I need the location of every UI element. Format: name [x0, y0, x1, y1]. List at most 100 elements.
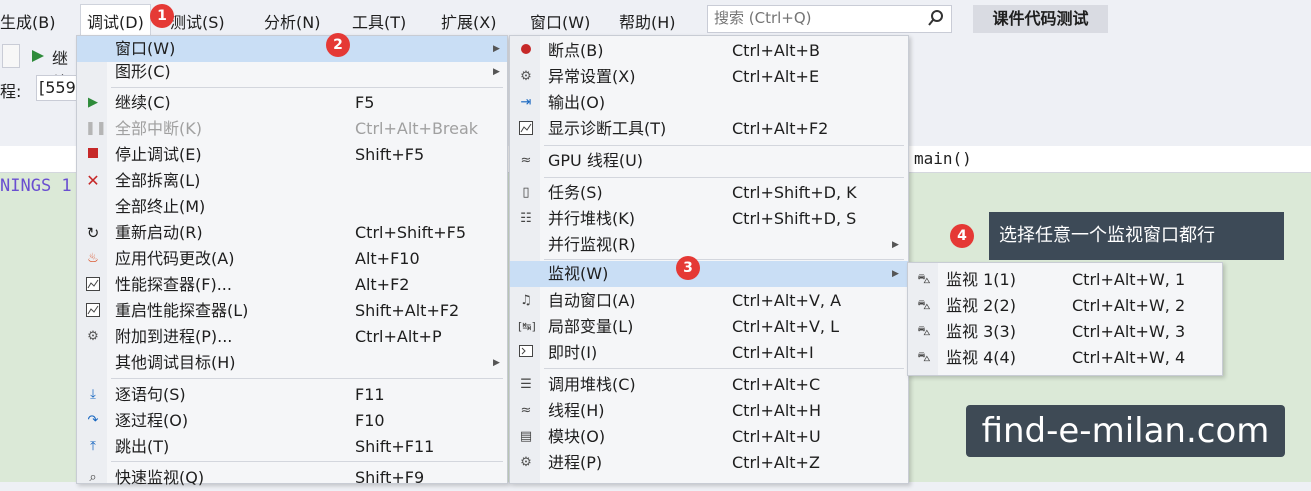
menu-item-restart[interactable]: ↻ 重新启动(R) Ctrl+Shift+F5 [77, 220, 507, 246]
menu-item-break-all[interactable]: ❚❚ 全部中断(K) Ctrl+Alt+Break [77, 116, 507, 142]
menu-item-quick-watch[interactable]: ⌕ 快速监视(Q) Shift+F9 [77, 465, 507, 491]
menu-item-label: 即时(I) [548, 343, 598, 362]
menu-analyze[interactable]: 分析(N) [264, 9, 320, 33]
menu-item-shortcut: Ctrl+Shift+D, K [732, 183, 857, 202]
menu-build[interactable]: 生成(B) [0, 9, 55, 33]
menu-item-gpu-threads[interactable]: ≈ GPU 线程(U) [510, 148, 908, 174]
menu-item-shortcut: Shift+Alt+F2 [355, 301, 460, 320]
menu-item-graphics[interactable]: 图形(C) ▶ [77, 59, 507, 85]
menu-item-parallel-stacks[interactable]: ☷ 并行堆栈(K) Ctrl+Shift+D, S [510, 206, 908, 232]
menu-item-label: 跳出(T) [115, 437, 170, 456]
menu-item-apply-code-changes[interactable]: ♨ 应用代码更改(A) Alt+F10 [77, 246, 507, 272]
menu-item-output[interactable]: ⇥ 输出(O) [510, 90, 908, 116]
window-submenu: 断点(B) Ctrl+Alt+B ⚙ 异常设置(X) Ctrl+Alt+E ⇥ … [509, 35, 909, 484]
submenu-arrow-icon: ▶ [493, 358, 500, 368]
menu-item-tasks[interactable]: ▯ 任务(S) Ctrl+Shift+D, K [510, 180, 908, 206]
menu-item-shortcut: Alt+F2 [355, 275, 410, 294]
menu-item-watch-3[interactable]: ⛍ 监视 3(3) Ctrl+Alt+W, 3 [908, 319, 1222, 345]
menu-item-watch-1[interactable]: ⛍ 监视 1(1) Ctrl+Alt+W, 1 [908, 267, 1222, 293]
menu-item-step-over[interactable]: ↷ 逐过程(O) F10 [77, 408, 507, 434]
menu-item-watch-4[interactable]: ⛍ 监视 4(4) Ctrl+Alt+W, 4 [908, 345, 1222, 371]
menu-item-attach-to-process[interactable]: ⚙ 附加到进程(P)... Ctrl+Alt+P [77, 324, 507, 350]
menu-item-processes[interactable]: ⚙ 进程(P) Ctrl+Alt+Z [510, 450, 908, 476]
step-out-icon: ⤒ [90, 439, 96, 454]
menu-window[interactable]: 窗口(W) [530, 9, 590, 33]
menu-item-shortcut: Ctrl+Alt+Z [732, 453, 820, 472]
search-input[interactable] [708, 6, 920, 30]
menu-item-diagnostic-tools[interactable]: 显示诊断工具(T) Ctrl+Alt+F2 [510, 116, 908, 142]
search-box[interactable] [707, 5, 952, 33]
menu-item-label: 逐过程(O) [115, 411, 189, 430]
menu-item-stop-debugging[interactable]: 停止调试(E) Shift+F5 [77, 142, 507, 168]
process-select[interactable]: [559 [36, 75, 80, 101]
step-over-icon: ↷ [87, 413, 99, 428]
menu-item-locals[interactable]: [↹] 局部变量(L) Ctrl+Alt+V, L [510, 314, 908, 340]
menu-item-shortcut: Ctrl+Alt+H [732, 401, 821, 420]
toolbar: 继续 程: [559 [0, 38, 80, 146]
menu-debug[interactable]: 调试(D) [80, 4, 151, 38]
search-icon[interactable] [927, 9, 945, 27]
gpu-thread-icon: ≈ [520, 153, 532, 168]
quick-watch-icon: ⌕ [89, 470, 97, 485]
watermark: find-e-milan.com [966, 405, 1285, 457]
menu-item-label: 监视 3(3) [946, 322, 1016, 341]
menu-item-step-into[interactable]: ⤓ 逐语句(S) F11 [77, 382, 507, 408]
menu-item-label: 继续(C) [115, 93, 171, 112]
menu-item-label: 并行监视(R) [548, 235, 636, 254]
menu-item-shortcut: Ctrl+Alt+E [732, 67, 820, 86]
menu-item-immediate[interactable]: 即时(I) Ctrl+Alt+I [510, 340, 908, 366]
menu-item-shortcut: Shift+F11 [355, 437, 435, 456]
function-name[interactable]: main() [914, 149, 972, 168]
toolbar-dropdown[interactable] [2, 44, 20, 68]
menu-item-label: 应用代码更改(A) [115, 249, 235, 268]
menu-item-threads[interactable]: ≈ 线程(H) Ctrl+Alt+H [510, 398, 908, 424]
menu-item-shortcut: Ctrl+Alt+F2 [732, 119, 829, 138]
menu-item-label: 显示诊断工具(T) [548, 119, 667, 138]
step-badge-1: 1 [150, 4, 174, 28]
menu-item-terminate-all[interactable]: 全部终止(M) [77, 194, 507, 220]
menu-item-watch-2[interactable]: ⛍ 监视 2(2) Ctrl+Alt+W, 2 [908, 293, 1222, 319]
menu-item-label: 图形(C) [115, 62, 171, 81]
parallel-stack-icon: ☷ [520, 211, 532, 226]
step-into-icon: ⤓ [90, 387, 96, 402]
menu-item-label: 断点(B) [548, 41, 604, 60]
menu-item-label: 任务(S) [548, 183, 603, 202]
menu-item-profiler[interactable]: 性能探查器(F)... Alt+F2 [77, 272, 507, 298]
menu-item-shortcut: Ctrl+Alt+I [732, 343, 814, 362]
menu-item-modules[interactable]: ▤ 模块(O) Ctrl+Alt+U [510, 424, 908, 450]
menu-item-detach-all[interactable]: ✕ 全部拆离(L) [77, 168, 507, 194]
immediate-icon [518, 345, 534, 361]
menu-item-continue[interactable]: ▶ 继续(C) F5 [77, 90, 507, 116]
menu-item-shortcut: F10 [355, 411, 385, 430]
menu-test[interactable]: 测试(S) [170, 9, 225, 33]
menu-item-shortcut: Ctrl+Shift+D, S [732, 209, 857, 228]
menu-item-label: 停止调试(E) [115, 145, 202, 164]
menu-item-shortcut: Ctrl+Alt+W, 1 [1072, 270, 1186, 289]
autos-icon: ♫ [520, 293, 532, 308]
course-code-test-button[interactable]: 课件代码测试 [973, 5, 1108, 33]
profiler-restart-icon [85, 303, 101, 319]
menu-item-shortcut: Ctrl+Alt+B [732, 41, 820, 60]
menu-item-label: 输出(O) [548, 93, 606, 112]
menu-item-shortcut: Alt+F10 [355, 249, 420, 268]
menu-tools[interactable]: 工具(T) [352, 9, 406, 33]
menu-item-shortcut: Ctrl+Alt+V, A [732, 291, 842, 310]
menu-help[interactable]: 帮助(H) [619, 9, 676, 33]
menu-item-other-debug-targets[interactable]: 其他调试目标(H) ▶ [77, 350, 507, 376]
menu-item-restart-profiler[interactable]: 重启性能探查器(L) Shift+Alt+F2 [77, 298, 507, 324]
submenu-arrow-icon: ▶ [892, 269, 899, 279]
menu-item-watch[interactable]: 监视(W) ▶ [510, 261, 908, 287]
menu-item-autos[interactable]: ♫ 自动窗口(A) Ctrl+Alt+V, A [510, 288, 908, 314]
close-icon: ✕ [86, 171, 100, 190]
menu-item-step-out[interactable]: ⤒ 跳出(T) Shift+F11 [77, 434, 507, 460]
menu-item-shortcut: Ctrl+Alt+P [355, 327, 442, 346]
play-icon[interactable] [32, 50, 44, 62]
menu-item-breakpoints[interactable]: 断点(B) Ctrl+Alt+B [510, 38, 908, 64]
menu-extensions[interactable]: 扩展(X) [441, 9, 496, 33]
pause-icon: ❚❚ [85, 121, 107, 136]
menu-item-exception-settings[interactable]: ⚙ 异常设置(X) Ctrl+Alt+E [510, 64, 908, 90]
menu-item-parallel-watch[interactable]: 并行监视(R) ▶ [510, 232, 908, 258]
watch-icon: ⛍ [917, 350, 931, 365]
menu-item-call-stack[interactable]: ☰ 调用堆栈(C) Ctrl+Alt+C [510, 372, 908, 398]
menu-item-label: 线程(H) [548, 401, 605, 420]
